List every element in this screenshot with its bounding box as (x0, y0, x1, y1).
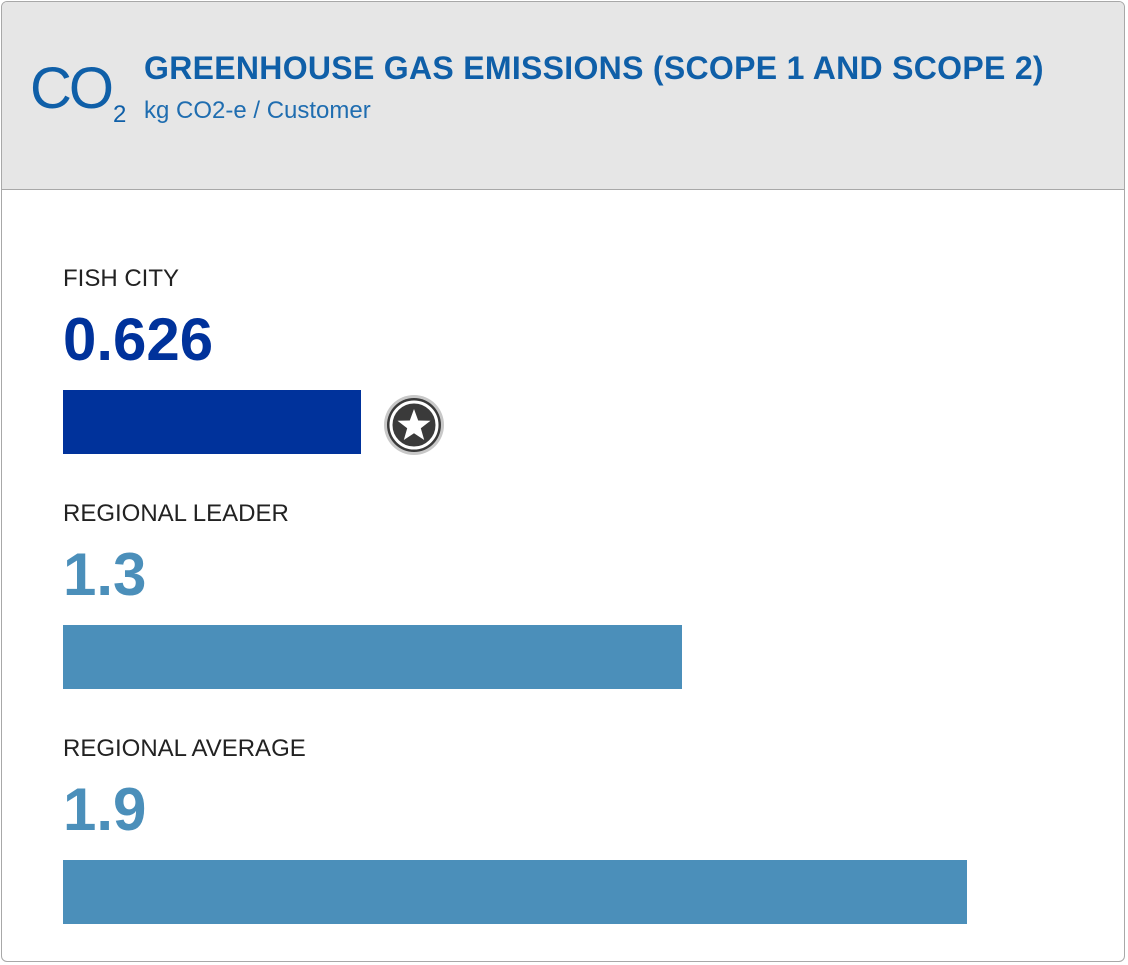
bar-fish-city (63, 390, 361, 454)
bar-regional-average (63, 860, 967, 924)
value-label-fish-city: 0.626 (63, 306, 214, 373)
category-label-regional-leader: REGIONAL LEADER (63, 500, 289, 527)
co2-icon: CO2 (30, 56, 127, 128)
category-label-fish-city: FISH CITY (63, 265, 180, 292)
value-label-regional-average: 1.9 (63, 776, 147, 843)
card-title: GREENHOUSE GAS EMISSIONS (SCOPE 1 AND SC… (144, 50, 1044, 86)
emissions-card: CO2 GREENHOUSE GAS EMISSIONS (SCOPE 1 AN… (1, 1, 1125, 962)
category-label-regional-average: REGIONAL AVERAGE (63, 735, 306, 762)
star-badge-icon (384, 395, 444, 455)
card-header: CO2 GREENHOUSE GAS EMISSIONS (SCOPE 1 AN… (2, 2, 1124, 190)
card-subtitle: kg CO2-e / Customer (144, 97, 371, 124)
bar-regional-leader (63, 625, 682, 689)
value-label-regional-leader: 1.3 (63, 541, 147, 608)
